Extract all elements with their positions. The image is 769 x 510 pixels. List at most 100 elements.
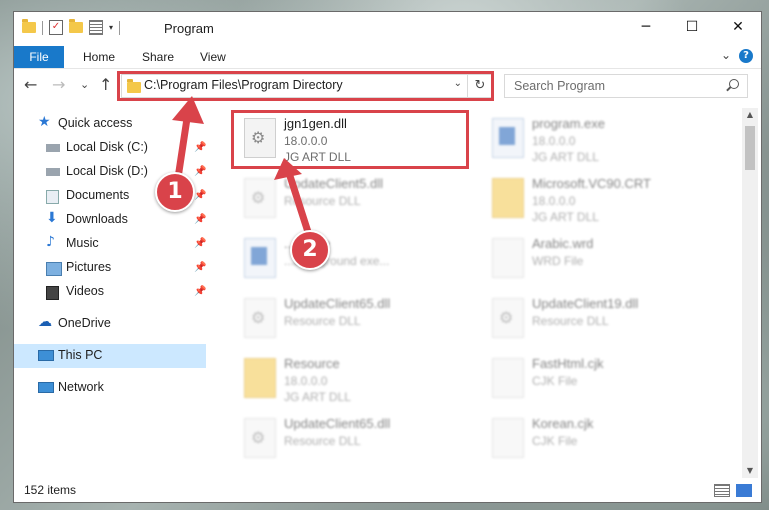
file-icon — [492, 358, 524, 398]
star-icon: ★ — [38, 114, 51, 130]
search-icon — [729, 79, 739, 89]
file-item[interactable]: Resource 18.0.0.0 JG ART DLL — [234, 352, 484, 408]
sidebar-item-label: Local Disk (D:) — [66, 164, 148, 178]
file-name: Korean.cjk — [532, 416, 594, 431]
tab-file[interactable]: File — [14, 46, 64, 68]
file-item[interactable]: ...rc.exe ...background exe... — [234, 232, 484, 288]
network-icon — [38, 382, 54, 393]
file-description: JG ART DLL — [284, 390, 351, 404]
details-view-icon[interactable] — [714, 484, 730, 497]
step-marker-2: 2 — [290, 230, 330, 270]
file-version: 18.0.0.0 — [532, 194, 576, 208]
pin-icon[interactable]: 📌 — [194, 262, 206, 273]
file-item[interactable]: Arabic.wrd WRD File — [482, 232, 732, 288]
sidebar-item-this-pc[interactable]: This PC — [14, 344, 206, 368]
pin-icon[interactable]: 📌 — [194, 238, 206, 249]
close-button[interactable]: ✕ — [715, 12, 761, 42]
file-name: Resource — [284, 356, 340, 371]
pin-icon[interactable]: 📌 — [194, 286, 206, 297]
computer-icon — [38, 350, 54, 361]
folder-icon — [244, 358, 276, 398]
file-description: JG ART DLL — [532, 210, 599, 224]
file-name: UpdateClient65.dll — [284, 416, 391, 431]
sidebar-item-pictures[interactable]: Pictures 📌 — [14, 256, 206, 280]
music-icon: ♪ — [46, 234, 55, 250]
minimize-button[interactable]: ─ — [623, 12, 669, 42]
drive-icon — [46, 144, 60, 152]
sidebar-item-label: Network — [58, 380, 104, 394]
back-button[interactable]: ← — [24, 75, 37, 95]
vertical-scrollbar[interactable]: ▲ ▼ — [742, 108, 758, 478]
recent-locations-button[interactable]: ⌄ — [80, 75, 89, 95]
sidebar-item-onedrive[interactable]: ☁ OneDrive — [14, 312, 206, 336]
forward-button[interactable]: → — [52, 75, 65, 95]
file-item[interactable]: FastHtml.cjk CJK File — [482, 352, 732, 408]
help-icon[interactable]: ? — [739, 49, 753, 63]
new-folder-icon[interactable] — [69, 19, 83, 33]
file-item[interactable]: UpdateClient19.dll Resource DLL — [482, 292, 732, 348]
file-name: UpdateClient65.dll — [284, 296, 391, 311]
search-input[interactable]: Search Program — [514, 79, 605, 93]
sidebar-item-network[interactable]: Network — [14, 376, 206, 400]
pin-icon[interactable]: 📌 — [194, 214, 206, 225]
scroll-up-icon[interactable]: ▲ — [742, 108, 758, 122]
dll-gear-icon — [244, 298, 276, 338]
dll-gear-icon — [492, 298, 524, 338]
maximize-button[interactable]: ☐ — [669, 12, 715, 42]
toolbar-separator — [42, 20, 43, 35]
pin-icon[interactable]: 📌 — [194, 190, 206, 201]
downloads-icon: ⬇ — [46, 210, 58, 226]
toolbar-separator — [119, 20, 121, 35]
scroll-down-icon[interactable]: ▼ — [742, 464, 758, 478]
sidebar-item-label: Music — [66, 236, 99, 250]
window-title: Program — [164, 21, 214, 36]
large-icons-view-icon[interactable] — [736, 484, 752, 497]
drive-icon — [46, 168, 60, 176]
sidebar-item-local-disk-c[interactable]: Local Disk (C:) 📌 — [14, 136, 206, 160]
file-item[interactable]: UpdateClient5.dll Resource DLL — [234, 172, 484, 228]
status-bar: 152 items — [14, 478, 761, 502]
sidebar-item-label: Local Disk (C:) — [66, 140, 148, 154]
up-button[interactable]: ↑ — [99, 75, 112, 95]
file-item[interactable]: UpdateClient65.dll Resource DLL — [234, 412, 484, 468]
sidebar-item-label: Pictures — [66, 260, 112, 274]
pictures-icon — [46, 262, 62, 276]
file-item[interactable]: UpdateClient65.dll Resource DLL — [234, 292, 484, 348]
sidebar-item-label: This PC — [58, 348, 103, 362]
file-name: program.exe — [532, 116, 605, 131]
scrollbar-thumb[interactable] — [745, 126, 755, 170]
tab-home[interactable]: Home — [83, 46, 115, 68]
file-item[interactable]: program.exe 18.0.0.0 JG ART DLL — [482, 112, 732, 168]
sidebar-item-label: Downloads — [66, 212, 128, 226]
tab-share[interactable]: Share — [142, 46, 174, 68]
tab-view[interactable]: View — [200, 46, 226, 68]
navigation-pane: ★ Quick access Local Disk (C:) 📌 Local D… — [14, 108, 206, 478]
file-type: CJK File — [532, 434, 578, 448]
sidebar-item-label: Documents — [66, 188, 130, 202]
cloud-icon: ☁ — [38, 314, 52, 330]
properties-icon[interactable] — [89, 20, 103, 35]
file-name: UpdateClient5.dll — [284, 176, 384, 191]
file-name: Arabic.wrd — [532, 236, 594, 251]
pin-icon[interactable]: 📌 — [194, 166, 206, 177]
properties-check-icon[interactable]: ✓ — [49, 20, 63, 35]
expand-ribbon-icon[interactable]: ⌄ — [721, 48, 731, 62]
title-bar: ✓ ▾ Program ─ ☐ ✕ — [14, 12, 761, 46]
sidebar-item-quick-access[interactable]: ★ Quick access — [14, 112, 206, 136]
file-name: FastHtml.cjk — [532, 356, 604, 371]
pin-icon[interactable]: 📌 — [194, 142, 206, 153]
sidebar-item-music[interactable]: ♪ Music 📌 — [14, 232, 206, 256]
search-box[interactable]: Search Program — [504, 74, 748, 98]
customize-dropdown-icon[interactable]: ▾ — [109, 23, 113, 32]
app-icon — [244, 238, 276, 278]
sidebar-item-videos[interactable]: Videos 📌 — [14, 280, 206, 304]
file-item[interactable]: Microsoft.VC90.CRT 18.0.0.0 JG ART DLL — [482, 172, 732, 228]
documents-icon — [46, 190, 59, 204]
item-count: 152 items — [24, 483, 77, 497]
file-version: 18.0.0.0 — [284, 374, 328, 388]
sidebar-item-label: Videos — [66, 284, 104, 298]
step-marker-1: 1 — [155, 172, 195, 212]
file-item[interactable]: Korean.cjk CJK File — [482, 412, 732, 468]
file-icon — [492, 238, 524, 278]
file-type: CJK File — [532, 374, 578, 388]
